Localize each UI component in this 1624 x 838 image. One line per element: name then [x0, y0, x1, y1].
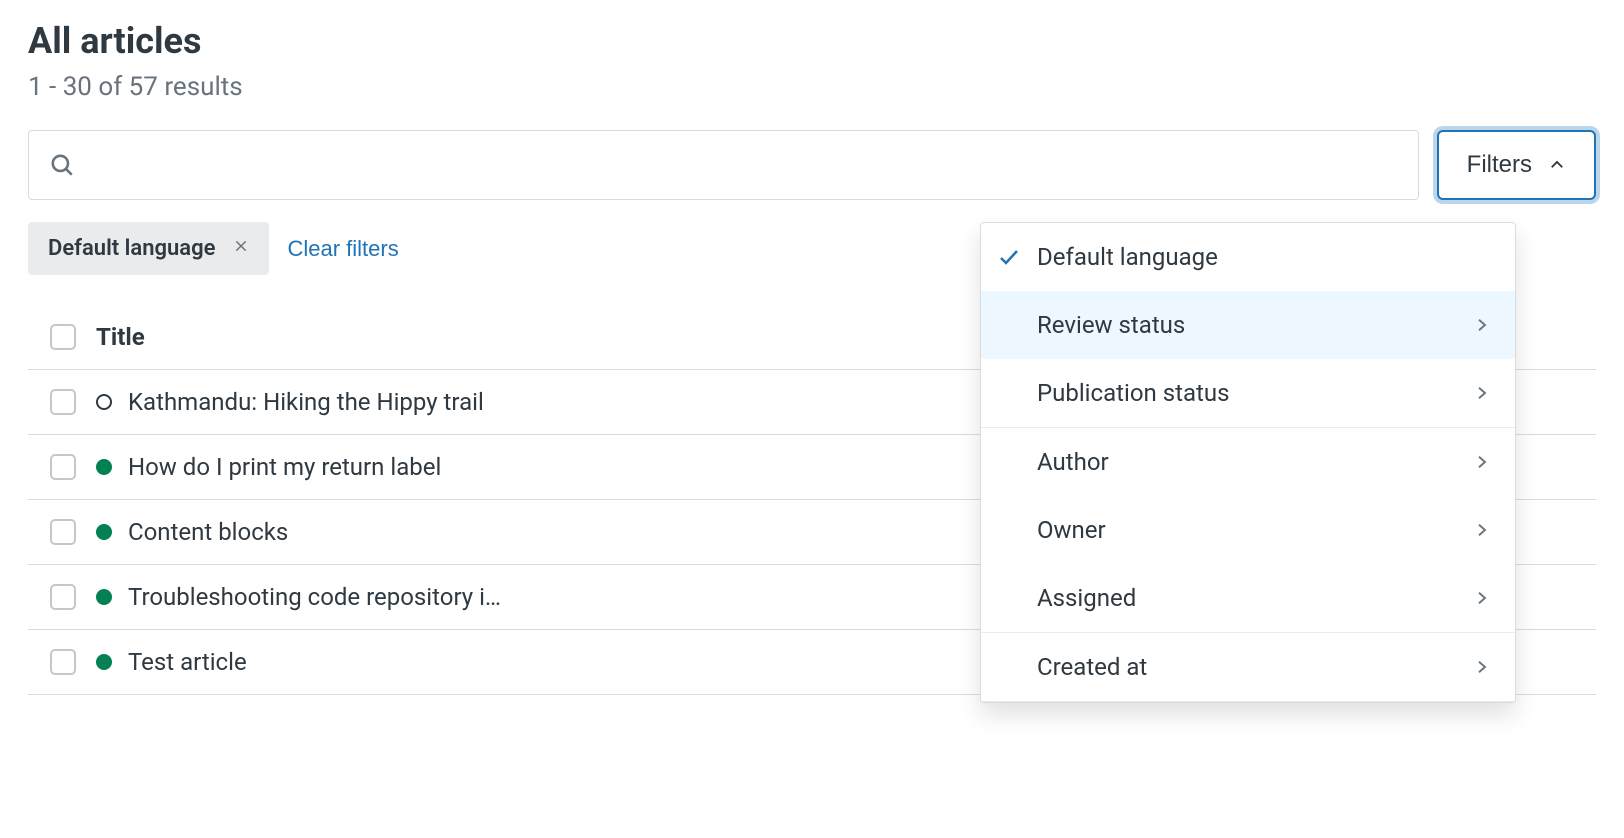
filter-chip-label: Default language: [48, 236, 215, 261]
chevron-right-icon: [1473, 384, 1491, 402]
select-all-checkbox[interactable]: [50, 324, 76, 350]
filter-option-label: Publication status: [1037, 379, 1229, 407]
row-checkbox[interactable]: [50, 649, 76, 675]
select-all-cell: [50, 324, 96, 350]
row-checkbox[interactable]: [50, 519, 76, 545]
filter-option[interactable]: Owner: [981, 496, 1515, 564]
status-indicator-icon: [96, 459, 112, 475]
filter-option-label: Created at: [1037, 653, 1147, 681]
row-checkbox-cell: [50, 454, 96, 480]
row-title[interactable]: How do I print my return label: [128, 453, 441, 481]
dropdown-section: Created at: [981, 633, 1515, 702]
dropdown-section: Author Owner Assigned: [981, 428, 1515, 633]
filters-button[interactable]: Filters: [1437, 130, 1596, 200]
status-indicator-icon: [96, 654, 112, 670]
close-icon[interactable]: [233, 238, 249, 259]
filter-option[interactable]: Review status: [981, 291, 1515, 359]
chevron-right-icon: [1473, 316, 1491, 334]
row-checkbox-cell: [50, 649, 96, 675]
filter-option-label: Assigned: [1037, 584, 1136, 612]
status-indicator-icon: [96, 524, 112, 540]
status-indicator-icon: [96, 394, 112, 410]
filter-option[interactable]: Default language: [981, 223, 1515, 291]
row-checkbox-cell: [50, 389, 96, 415]
row-title[interactable]: Test article: [128, 648, 247, 676]
filter-option[interactable]: Assigned: [981, 564, 1515, 632]
filter-option[interactable]: Created at: [981, 633, 1515, 701]
filters-dropdown: Default language Review status Publication…: [980, 222, 1516, 703]
search-icon: [49, 152, 75, 178]
row-checkbox[interactable]: [50, 389, 76, 415]
filter-option-label: Owner: [1037, 516, 1106, 544]
row-title[interactable]: Kathmandu: Hiking the Hippy trail: [128, 388, 484, 416]
filter-option-label: Review status: [1037, 311, 1185, 339]
row-checkbox-cell: [50, 519, 96, 545]
row-title[interactable]: Troubleshooting code repository i…: [128, 583, 501, 611]
dropdown-section: Default language Review status Publication…: [981, 223, 1515, 428]
row-checkbox[interactable]: [50, 584, 76, 610]
filter-option-label: Author: [1037, 448, 1109, 476]
chevron-up-icon: [1548, 156, 1566, 174]
results-count: 1 - 30 of 57 results: [28, 72, 1596, 102]
check-icon: [997, 245, 1021, 269]
column-header-title-label: Title: [96, 323, 145, 351]
clear-filters-button[interactable]: Clear filters: [287, 236, 398, 262]
filters-button-label: Filters: [1467, 151, 1532, 179]
row-checkbox[interactable]: [50, 454, 76, 480]
chevron-right-icon: [1473, 521, 1491, 539]
chevron-right-icon: [1473, 453, 1491, 471]
filter-option[interactable]: Author: [981, 428, 1515, 496]
chevron-right-icon: [1473, 589, 1491, 607]
chevron-right-icon: [1473, 658, 1491, 676]
search-input[interactable]: [89, 152, 1398, 178]
filter-option-label: Default language: [1037, 243, 1218, 271]
page-title: All articles: [28, 20, 1596, 62]
status-indicator-icon: [96, 589, 112, 605]
filter-option[interactable]: Publication status: [981, 359, 1515, 427]
row-checkbox-cell: [50, 584, 96, 610]
search-filter-row: Filters: [28, 130, 1596, 200]
row-title[interactable]: Content blocks: [128, 518, 288, 546]
search-box[interactable]: [28, 130, 1419, 200]
filter-chip-default-language[interactable]: Default language: [28, 222, 269, 275]
